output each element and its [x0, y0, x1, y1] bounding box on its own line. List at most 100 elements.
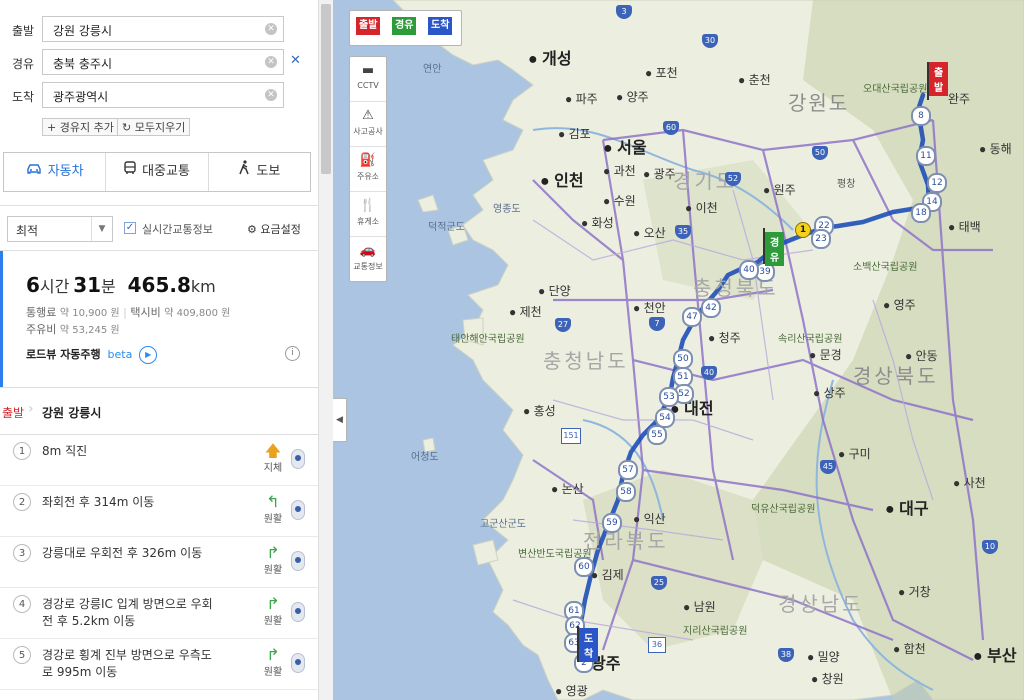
step-number: 4 — [13, 595, 31, 613]
destination-value: 광주광역시 — [53, 90, 109, 104]
route-step[interactable]: 1 8m 직진 🡅 지체 — [0, 435, 318, 486]
route-marker[interactable]: 40 — [739, 260, 759, 280]
route-marker[interactable]: 11 — [916, 146, 936, 166]
city-label: 평창 — [837, 179, 856, 190]
step-text-line: 경강로 강릉IC 입계 방면으로 우회 — [42, 597, 213, 611]
roadview-camera-icon[interactable] — [291, 602, 305, 622]
play-icon[interactable]: ▶ — [139, 346, 158, 364]
add-waypoint-button[interactable]: + 경유지 추가 — [42, 118, 119, 136]
traffic-info-button[interactable]: 🚗 교통정보 — [350, 237, 386, 282]
chevron-right-icon: › — [28, 401, 34, 417]
city-name: 사천 — [963, 476, 986, 490]
park-label: 덕유산국립공원 — [751, 504, 816, 515]
city-name: 동해 — [989, 142, 1012, 156]
step-number: 3 — [13, 544, 31, 562]
route-marker[interactable]: 58 — [616, 482, 636, 502]
step-number: 2 — [13, 493, 31, 511]
info-icon[interactable]: i — [285, 346, 300, 361]
tab-transit[interactable]: 대중교통 — [106, 153, 209, 191]
city-name: 오산 — [643, 226, 666, 240]
rest-area-button[interactable]: 🍴 휴게소 — [350, 192, 386, 237]
clear-origin-icon[interactable]: ✕ — [265, 23, 277, 35]
city-label: ● 부산 — [973, 648, 1017, 665]
city-label: ● 원주 — [763, 183, 796, 197]
origin-input[interactable]: 강원 강릉시 ✕ — [42, 16, 284, 42]
accident-button[interactable]: ⚠ 사고공사 — [350, 102, 386, 147]
origin-flag-button[interactable]: 출발 — [356, 17, 381, 35]
roadview-camera-icon[interactable] — [291, 449, 305, 469]
map-canvas[interactable]: 강원도 경기도 충청북도 충청남도 경상북도 전라북도 경상남도 ● 서울 ● … — [333, 0, 1024, 700]
city-label: ● 익산 — [633, 512, 666, 526]
city-label: ● 오산 — [633, 226, 666, 240]
route-marker[interactable]: 57 — [618, 460, 638, 480]
waypoint-input[interactable]: 충북 충주시 ✕ — [42, 49, 284, 75]
step-traffic: 원활 — [263, 667, 283, 678]
city-label: ● 태백 — [948, 220, 981, 234]
toll-info: 통행료 약 10,900 원 | 택시비 약 409,800 원 — [26, 306, 231, 319]
traffic-info-icon: 🚗 — [359, 243, 377, 258]
gas-station-button[interactable]: ⛽ 주유소 — [350, 147, 386, 192]
route-marker-waypoint[interactable]: 1 — [795, 222, 811, 238]
city-name: 원주 — [773, 183, 796, 197]
tab-walk[interactable]: 도보 — [209, 153, 310, 191]
city-label: ● 파주 — [565, 92, 598, 106]
city-name: 김포 — [568, 127, 591, 141]
waypoint-flag-button[interactable]: 경유 — [392, 17, 417, 35]
sidebar-scrollbar[interactable] — [318, 0, 333, 700]
summary-accent-bar — [0, 251, 3, 387]
refresh-icon: ↻ — [122, 121, 132, 134]
fee-settings-link[interactable]: ⚙ 요금설정 — [247, 221, 301, 237]
park-label: 지리산국립공원 — [683, 626, 748, 637]
city-label: ● 단양 — [538, 284, 571, 298]
city-label: ● 천안 — [633, 301, 666, 315]
clear-destination-icon[interactable]: ✕ — [265, 89, 277, 101]
origin-label: 출발 — [12, 24, 35, 38]
city-name: 파주 — [575, 92, 598, 106]
sort-select[interactable]: 최적 ▼ — [7, 216, 113, 242]
chevron-down-icon: ▼ — [91, 217, 112, 241]
city-label: ● 논산 — [551, 482, 584, 496]
route-marker[interactable]: 59 — [602, 513, 622, 533]
route-step[interactable]: 5 경강로 횡계 진부 방면으로 우측도 로 995m 이동 ↱ 원활 — [0, 639, 318, 690]
step-turn: ↰ 원활 — [258, 494, 288, 526]
tab-car[interactable]: 자동차 — [4, 153, 107, 191]
destination-flag-button[interactable]: 도착 — [428, 17, 453, 35]
clear-waypoint-icon[interactable]: ✕ — [265, 56, 277, 68]
city-label: ● 합천 — [893, 642, 926, 656]
route-marker[interactable]: 53 — [659, 387, 679, 407]
remove-waypoint-icon[interactable]: ✕ — [290, 53, 301, 68]
roadview-drive[interactable]: 로드뷰 자동주행 beta ▶ — [26, 346, 158, 364]
province-label: 충청남도 — [543, 351, 629, 373]
route-marker[interactable]: 55 — [647, 425, 667, 445]
route-marker[interactable]: 60 — [574, 557, 594, 577]
route-marker[interactable]: 18 — [911, 203, 931, 223]
step-text-line: 전 후 5.2km 이동 — [42, 614, 136, 628]
roadview-camera-icon[interactable] — [291, 500, 305, 520]
route-step[interactable]: 2 좌회전 후 314m 이동 ↰ 원활 — [0, 486, 318, 537]
route-marker[interactable]: 8 — [911, 106, 931, 126]
realtime-traffic-checkbox[interactable]: ✓ — [124, 222, 136, 234]
route-marker[interactable]: 50 — [673, 349, 693, 369]
clear-all-label: 모두지우기 — [134, 121, 186, 134]
destination-input[interactable]: 광주광역시 ✕ — [42, 82, 284, 108]
step-number: 1 — [13, 442, 31, 460]
route-marker[interactable]: 42 — [701, 298, 721, 318]
route-marker[interactable]: 47 — [682, 307, 702, 327]
route-marker[interactable]: 23 — [811, 229, 831, 249]
route-step[interactable]: 3 강릉대로 우회전 후 326m 이동 ↱ 원활 — [0, 537, 318, 588]
origin-value: 강원 강릉시 — [53, 24, 113, 38]
scrollbar-thumb[interactable] — [321, 4, 331, 174]
clear-all-button[interactable]: ↻ 모두지우기 — [117, 118, 191, 136]
city-label: ● 영주 — [883, 298, 916, 312]
city-label: ● 서울 — [603, 140, 647, 157]
route-step[interactable]: 4 경강로 강릉IC 입계 방면으로 우회 전 후 5.2km 이동 ↱ 원활 — [0, 588, 318, 639]
taxi-value: 약 409,800 원 — [164, 308, 231, 319]
summary-hours-unit: 시간 — [39, 277, 70, 296]
collapse-sidebar-button[interactable]: ◀ — [333, 398, 347, 442]
roadview-camera-icon[interactable] — [291, 653, 305, 673]
city-name: 김제 — [601, 568, 624, 582]
origin-header-label: 출발 — [2, 406, 25, 420]
roadview-camera-icon[interactable] — [291, 551, 305, 571]
cctv-button[interactable]: ▬ CCTV — [350, 57, 386, 102]
route-marker[interactable]: 12 — [927, 173, 947, 193]
